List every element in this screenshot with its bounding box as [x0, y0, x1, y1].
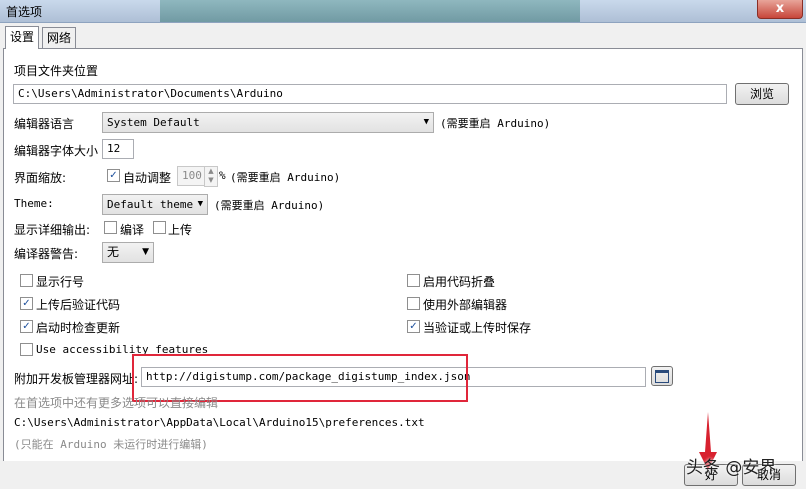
editor-language-label: 编辑器语言	[14, 117, 75, 131]
board-manager-label: 附加开发板管理器网址:	[14, 372, 139, 386]
save-on-verify-checkbox[interactable]: ✓	[407, 320, 420, 333]
window-title: 首选项	[6, 5, 43, 19]
edit-note: (只能在 Arduino 未运行时进行编辑)	[14, 438, 208, 451]
scale-spinner[interactable]: ▲ ▼	[204, 166, 218, 187]
scale-unit: %	[219, 169, 226, 182]
check-updates-checkbox[interactable]: ✓	[20, 320, 33, 333]
more-prefs-note: 在首选项中还有更多选项可以直接编辑	[14, 396, 219, 410]
font-size-input[interactable]: 12	[102, 139, 134, 159]
verify-after-upload-checkbox[interactable]: ✓	[20, 297, 33, 310]
theme-select[interactable]: Default theme ▼	[102, 194, 208, 215]
spinner-up-icon: ▲	[208, 167, 214, 175]
verbose-label: 显示详细输出:	[14, 223, 91, 237]
theme-label: Theme:	[14, 197, 54, 210]
auto-scale-checkbox[interactable]: ✓	[107, 169, 120, 182]
spinner-down-icon: ▼	[208, 176, 214, 184]
show-line-numbers-label: 显示行号	[36, 275, 85, 289]
compiler-warnings-select[interactable]: 无 ▼	[102, 242, 154, 263]
editor-language-note: (需要重启 Arduino)	[440, 117, 551, 130]
compiler-warnings-value: 无	[107, 245, 120, 259]
verbose-upload-checkbox[interactable]	[153, 221, 166, 234]
prefs-file-path: C:\Users\Administrator\AppData\Local\Ard…	[14, 416, 425, 429]
editor-language-value: System Default	[107, 116, 200, 129]
check-updates-label: 启动时检查更新	[36, 321, 121, 335]
chevron-down-icon: ▼	[197, 199, 203, 209]
verbose-upload-label: 上传	[168, 223, 193, 237]
accessibility-checkbox[interactable]	[20, 343, 33, 356]
close-icon: x	[775, 1, 785, 16]
verify-after-upload-label: 上传后验证代码	[36, 298, 121, 312]
chevron-down-icon: ▼	[423, 117, 429, 127]
compiler-warnings-label: 编译器警告:	[14, 247, 79, 261]
close-button[interactable]: x	[757, 0, 803, 19]
external-editor-checkbox[interactable]	[407, 297, 420, 310]
save-on-verify-label: 当验证或上传时保存	[423, 321, 532, 335]
chevron-down-icon: ▼	[142, 247, 149, 257]
external-editor-label: 使用外部编辑器	[423, 298, 508, 312]
tab-settings[interactable]: 设置	[5, 26, 40, 49]
window-icon	[655, 370, 669, 383]
editor-language-select[interactable]: System Default ▼	[102, 112, 434, 133]
sketchbook-label: 项目文件夹位置	[14, 64, 99, 78]
scale-note: (需要重启 Arduino)	[230, 171, 341, 184]
title-bar: 首选项 x	[0, 0, 806, 23]
auto-scale-label: 自动调整	[123, 171, 172, 185]
verbose-compile-label: 编译	[120, 223, 145, 237]
code-folding-checkbox[interactable]	[407, 274, 420, 287]
show-line-numbers-checkbox[interactable]	[20, 274, 33, 287]
interface-scale-label: 界面缩放:	[14, 171, 67, 185]
theme-note: (需要重启 Arduino)	[214, 199, 325, 212]
verbose-compile-checkbox[interactable]	[104, 221, 117, 234]
browse-button[interactable]: 浏览	[735, 83, 789, 105]
theme-value: Default theme	[107, 198, 194, 211]
font-size-label: 编辑器字体大小	[14, 144, 99, 158]
watermark: 头条 @安界	[686, 458, 777, 478]
background-window-strip	[160, 0, 580, 22]
tab-network[interactable]: 网络	[42, 27, 77, 48]
url-list-button[interactable]	[651, 366, 673, 386]
sketchbook-path-input[interactable]: C:\Users\Administrator\Documents\Arduino	[13, 84, 727, 104]
code-folding-label: 启用代码折叠	[423, 275, 496, 289]
